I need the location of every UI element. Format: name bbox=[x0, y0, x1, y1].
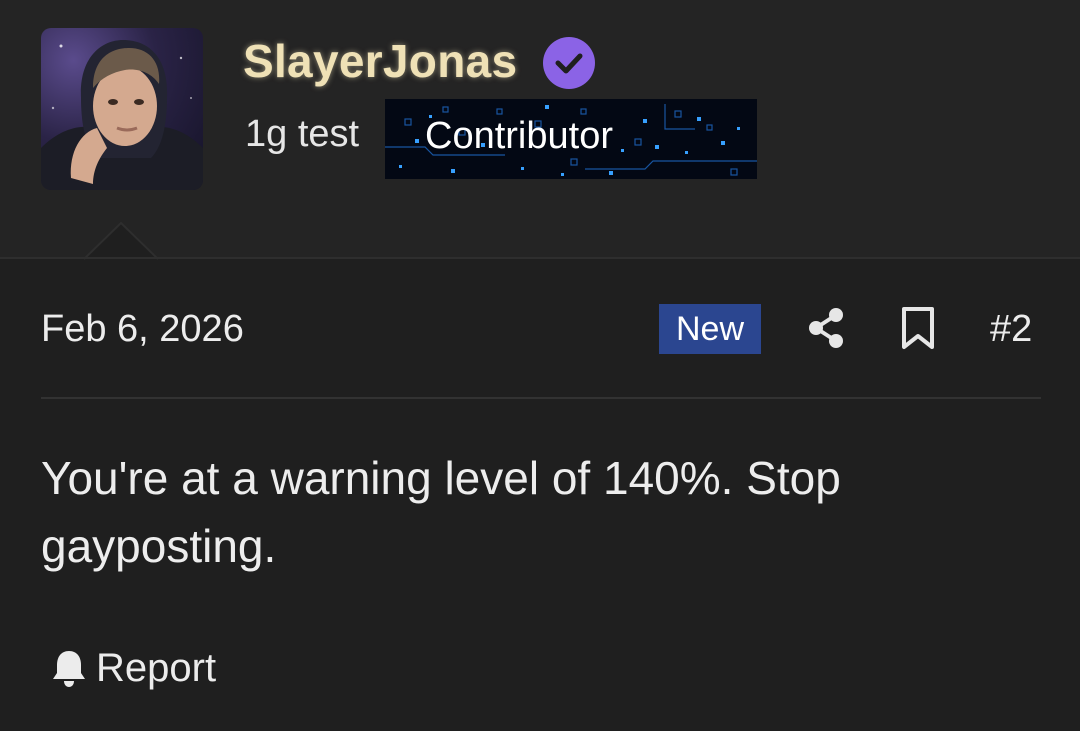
header-pointer bbox=[84, 222, 158, 260]
share-icon[interactable] bbox=[806, 306, 846, 350]
username[interactable]: SlayerJonas bbox=[243, 34, 517, 88]
verified-check-icon bbox=[543, 37, 595, 89]
bookmark-icon[interactable] bbox=[898, 306, 938, 350]
header-divider bbox=[0, 257, 1080, 259]
post-date[interactable]: Feb 6, 2026 bbox=[41, 308, 244, 351]
report-label: Report bbox=[96, 645, 217, 690]
user-banner-label: Contributor bbox=[425, 115, 613, 157]
bell-icon bbox=[53, 651, 85, 687]
user-title: 1g test bbox=[245, 113, 360, 155]
post-number-link[interactable]: #2 bbox=[990, 308, 1032, 351]
avatar[interactable] bbox=[41, 28, 203, 190]
report-button[interactable]: Report bbox=[50, 643, 216, 693]
new-badge: New bbox=[659, 304, 761, 354]
post-message: You're at a warning level of 140%. Stop … bbox=[41, 452, 841, 572]
post-divider bbox=[41, 397, 1041, 399]
user-banner: Contributor bbox=[385, 99, 757, 179]
